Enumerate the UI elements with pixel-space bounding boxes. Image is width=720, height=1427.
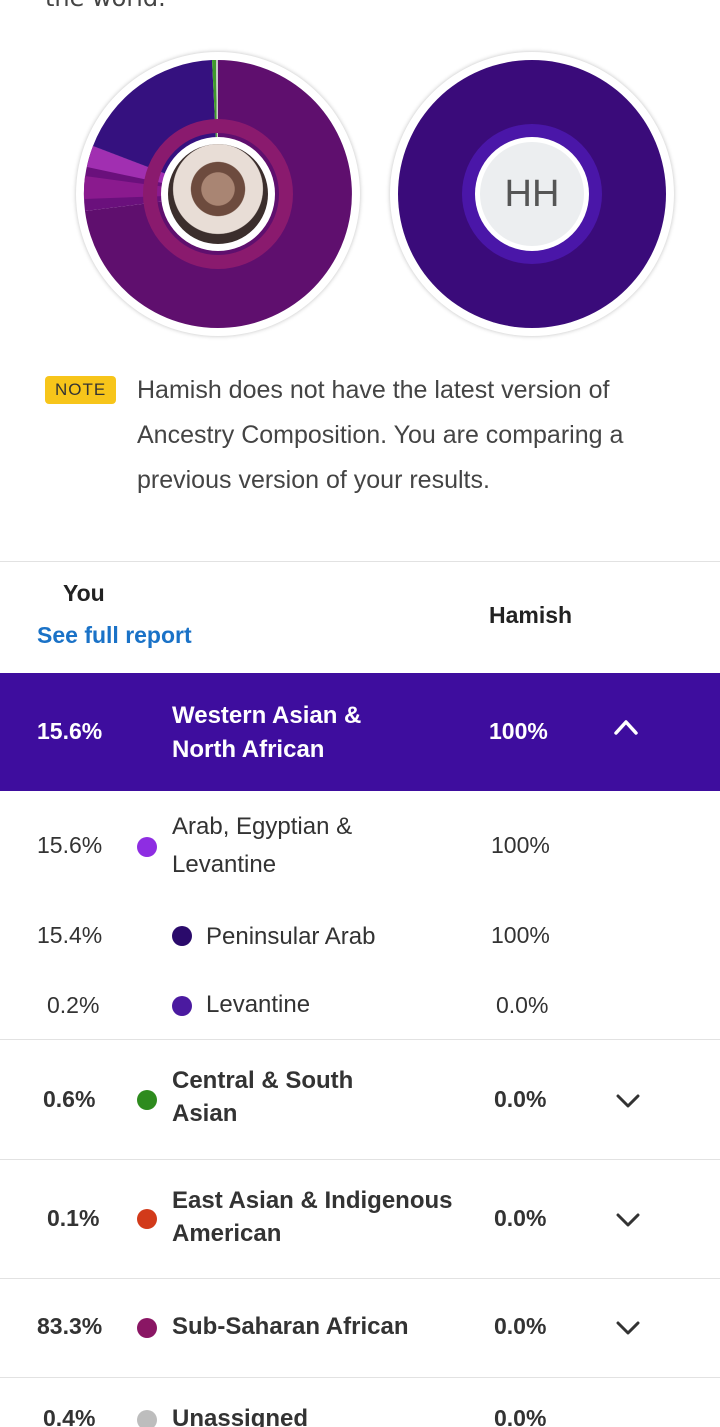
- you-percentage: 15.6%: [37, 718, 103, 744]
- color-dot: [137, 837, 157, 857]
- color-dot: [137, 1410, 157, 1427]
- group-name: Western Asian & North African: [172, 702, 362, 763]
- note-badge: NOTE: [45, 376, 117, 404]
- divider: [0, 1159, 720, 1160]
- column-header-you: You: [63, 580, 105, 606]
- hamish-percentage: 100%: [489, 718, 548, 744]
- you-percentage: 83.3%: [37, 1313, 103, 1339]
- group-row-sub-saharan-african[interactable]: 83.3% Sub-Saharan African 0.0%: [0, 1308, 720, 1348]
- population-name: Arab, Egyptian & Levantine: [172, 813, 353, 878]
- color-dot: [172, 996, 192, 1016]
- color-dot: [137, 1209, 157, 1229]
- see-full-report-link[interactable]: See full report: [37, 622, 192, 649]
- intro-text: the world.: [45, 0, 166, 12]
- population-name: Levantine: [206, 991, 311, 1018]
- hamish-percentage: 0.0%: [494, 1086, 547, 1112]
- divider: [0, 561, 720, 562]
- color-dot: [137, 1318, 157, 1338]
- hamish-percentage: 0.0%: [494, 1205, 547, 1231]
- hamish-percentage: 0.0%: [496, 992, 549, 1018]
- you-percentage: 15.4%: [37, 922, 103, 948]
- column-header-hamish: Hamish: [489, 602, 573, 628]
- group-name: East Asian & Indigenous American: [172, 1187, 453, 1247]
- hamish-percentage: 100%: [491, 922, 550, 948]
- group-name: Sub-Saharan African: [172, 1313, 409, 1340]
- hamish-avatar-initials: HH: [480, 142, 584, 246]
- hamish-percentage: 0.0%: [494, 1405, 547, 1427]
- group-row-east-asian-indigenous-american[interactable]: 0.1% East Asian & Indigenous American 0.…: [0, 1184, 720, 1256]
- group-row-unassigned[interactable]: 0.4% Unassigned 0.0%: [0, 1400, 720, 1427]
- divider: [0, 1278, 720, 1279]
- group-name: Central & South Asian: [172, 1067, 354, 1127]
- divider: [0, 1039, 720, 1040]
- subrow-levantine: 0.2% Levantine 0.0%: [0, 986, 720, 1024]
- color-dot: [137, 1090, 157, 1110]
- divider: [0, 1377, 720, 1378]
- chevron-down-icon[interactable]: [615, 1211, 641, 1229]
- subrow-peninsular-arab: 15.4% Peninsular Arab 100%: [0, 918, 720, 956]
- you-percentage: 15.6%: [37, 832, 103, 858]
- group-name: Unassigned: [172, 1405, 309, 1427]
- you-percentage: 0.4%: [43, 1405, 96, 1427]
- you-percentage: 0.1%: [47, 1205, 100, 1231]
- hamish-percentage: 100%: [491, 832, 550, 858]
- note-text: Hamish does not have the latest version …: [137, 376, 624, 494]
- your-profile-photo: [168, 144, 268, 244]
- color-dot: [172, 926, 192, 946]
- chevron-down-icon[interactable]: [615, 1319, 641, 1337]
- hamish-percentage: 0.0%: [494, 1313, 547, 1339]
- group-row-central-south-asian[interactable]: 0.6% Central & South Asian 0.0%: [0, 1064, 720, 1136]
- subrow-arab-egyptian-levantine: 15.6% Arab, Egyptian & Levantine 100%: [0, 808, 720, 888]
- group-row-western-asian-north-african[interactable]: 15.6% Western Asian & North African 100%: [0, 673, 720, 791]
- hamish-ancestry-donut: HH: [390, 52, 674, 336]
- you-percentage: 0.6%: [43, 1086, 96, 1112]
- chevron-up-icon[interactable]: [613, 717, 639, 737]
- you-percentage: 0.2%: [47, 992, 100, 1018]
- chevron-down-icon[interactable]: [615, 1092, 641, 1110]
- your-ancestry-donut: [76, 52, 360, 336]
- population-name: Peninsular Arab: [206, 923, 376, 950]
